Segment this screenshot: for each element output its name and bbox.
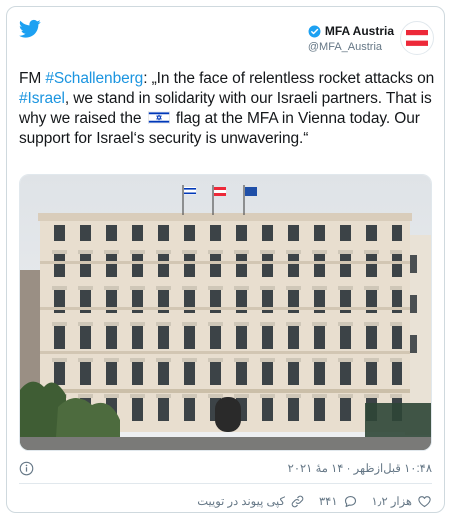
link-icon (291, 495, 304, 507)
tweet-prefix: FM (19, 70, 46, 87)
hashtag-link[interactable]: #Israel (19, 90, 65, 107)
author-name[interactable]: MFA Austria (325, 24, 394, 38)
israel-flag-emoji-icon (148, 111, 170, 124)
tweet-card: MFA Austria @MFA_Austria FM #Schallenber… (6, 6, 445, 513)
author-handle[interactable]: @MFA_Austria (308, 41, 394, 53)
tweet-photo[interactable] (19, 174, 432, 451)
ministry-building-photo (20, 175, 431, 450)
copy-link-button[interactable]: کپی پیوند در توییت (197, 494, 305, 509)
like-count: ۱٫۲ هزار (371, 496, 412, 508)
reply-bubble-icon (344, 495, 356, 507)
verified-badge-icon (308, 25, 321, 37)
meta-row: ۱۰:۴۸ قبل‌ازظهر · ۱۴ مهٔ ۲۰۲۱ (19, 459, 432, 477)
copy-link-label: کپی پیوند در توییت (197, 496, 285, 508)
heart-icon (418, 495, 431, 507)
author-block[interactable]: MFA Austria @MFA_Austria (308, 24, 394, 53)
twitter-bird-icon[interactable] (19, 19, 41, 39)
timestamp[interactable]: ۱۰:۴۸ قبل‌ازظهر · ۱۴ مهٔ ۲۰۲۱ (288, 461, 432, 475)
avatar[interactable] (400, 21, 434, 55)
austria-flag-avatar (406, 30, 428, 46)
divider (19, 483, 432, 484)
reply-button[interactable]: ۳۴۱ (319, 494, 358, 509)
actions-bar: کپی پیوند در توییت ۳۴۱ ۱٫۲ هزار (19, 491, 432, 511)
tweet-text: FM #Schallenberg: „In the face of relent… (19, 69, 437, 149)
tweet-part1: : „In the face of relentless rocket atta… (143, 70, 435, 87)
info-icon[interactable] (19, 461, 34, 476)
reply-count: ۳۴۱ (319, 496, 338, 508)
like-button[interactable]: ۱٫۲ هزار (372, 494, 432, 509)
hashtag-link[interactable]: #Schallenberg (45, 70, 143, 87)
